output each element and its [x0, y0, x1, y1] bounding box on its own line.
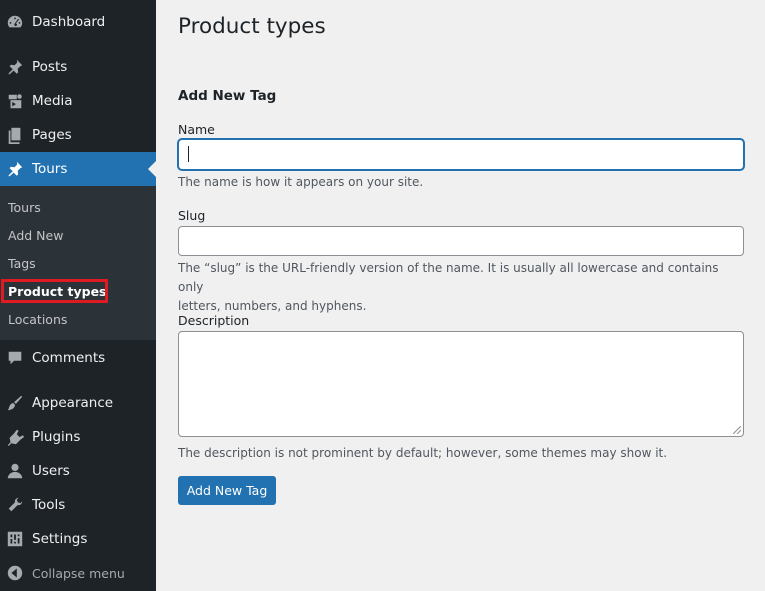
sidebar-item-label: Comments [32, 350, 106, 366]
description-help-text: The description is not prominent by defa… [178, 446, 668, 460]
submenu-item-product-types[interactable]: Product types [0, 279, 156, 303]
slug-input[interactable] [178, 226, 744, 256]
sidebar-item-appearance[interactable]: Appearance [0, 386, 156, 420]
name-label: Name [178, 122, 215, 137]
submenu-item-tours[interactable]: Tours [0, 195, 156, 219]
description-textarea[interactable] [178, 331, 744, 437]
slug-label: Slug [178, 208, 206, 223]
name-input[interactable] [178, 139, 744, 170]
sidebar-item-settings[interactable]: Settings [0, 522, 156, 556]
submenu-item-tags[interactable]: Tags [0, 251, 156, 275]
submenu-item-locations[interactable]: Locations [0, 307, 156, 331]
form-heading: Add New Tag [178, 88, 277, 104]
pin-icon [5, 57, 25, 77]
sidebar-item-label: Appearance [32, 395, 114, 411]
tours-submenu: Tours Add New Tags Product types Locatio… [0, 186, 156, 340]
sidebar-item-label: Tools [32, 497, 66, 513]
collapse-menu-button[interactable]: Collapse menu [0, 556, 156, 590]
name-field-wrapper [178, 139, 744, 170]
sidebar-item-label: Users [32, 463, 70, 479]
admin-sidebar: Dashboard Posts Media Pages Tours Tours … [0, 0, 156, 591]
plugin-icon [5, 427, 25, 447]
user-icon [5, 461, 25, 481]
sidebar-item-plugins[interactable]: Plugins [0, 420, 156, 454]
collapse-icon [5, 563, 25, 583]
collapse-menu-label: Collapse menu [32, 565, 125, 581]
page-title: Product types [178, 14, 326, 39]
comment-icon [5, 348, 25, 368]
sidebar-item-tools[interactable]: Tools [0, 488, 156, 522]
sidebar-item-label: Posts [32, 59, 68, 75]
description-label: Description [178, 313, 250, 328]
resize-grip-icon[interactable] [733, 426, 741, 434]
brush-icon [5, 393, 25, 413]
pin-icon [5, 159, 25, 179]
sidebar-item-comments[interactable]: Comments [0, 341, 156, 375]
slug-help-text: The “slug” is the URL-friendly version o… [178, 259, 744, 316]
sidebar-item-label: Media [32, 93, 73, 109]
sidebar-item-label: Tours [32, 161, 68, 177]
text-caret [188, 146, 189, 162]
sidebar-item-label: Pages [32, 127, 72, 143]
sidebar-item-label: Dashboard [32, 14, 106, 30]
sidebar-item-posts[interactable]: Posts [0, 50, 156, 84]
sidebar-item-tours[interactable]: Tours [0, 152, 156, 186]
dashboard-icon [5, 12, 25, 32]
wrench-icon [5, 495, 25, 515]
media-icon [5, 91, 25, 111]
pages-icon [5, 125, 25, 145]
settings-icon [5, 529, 25, 549]
slug-help-line-2: letters, numbers, and hyphens. [178, 299, 367, 313]
slug-help-line-1: The “slug” is the URL-friendly version o… [178, 261, 719, 294]
sidebar-item-label: Settings [32, 531, 88, 547]
sidebar-item-pages[interactable]: Pages [0, 118, 156, 152]
add-new-tag-button[interactable]: Add New Tag [178, 476, 276, 505]
sidebar-item-label: Plugins [32, 429, 81, 445]
sidebar-item-media[interactable]: Media [0, 84, 156, 118]
submenu-item-add-new[interactable]: Add New [0, 223, 156, 247]
name-help-text: The name is how it appears on your site. [178, 175, 424, 189]
sidebar-item-dashboard[interactable]: Dashboard [0, 5, 156, 39]
sidebar-item-users[interactable]: Users [0, 454, 156, 488]
